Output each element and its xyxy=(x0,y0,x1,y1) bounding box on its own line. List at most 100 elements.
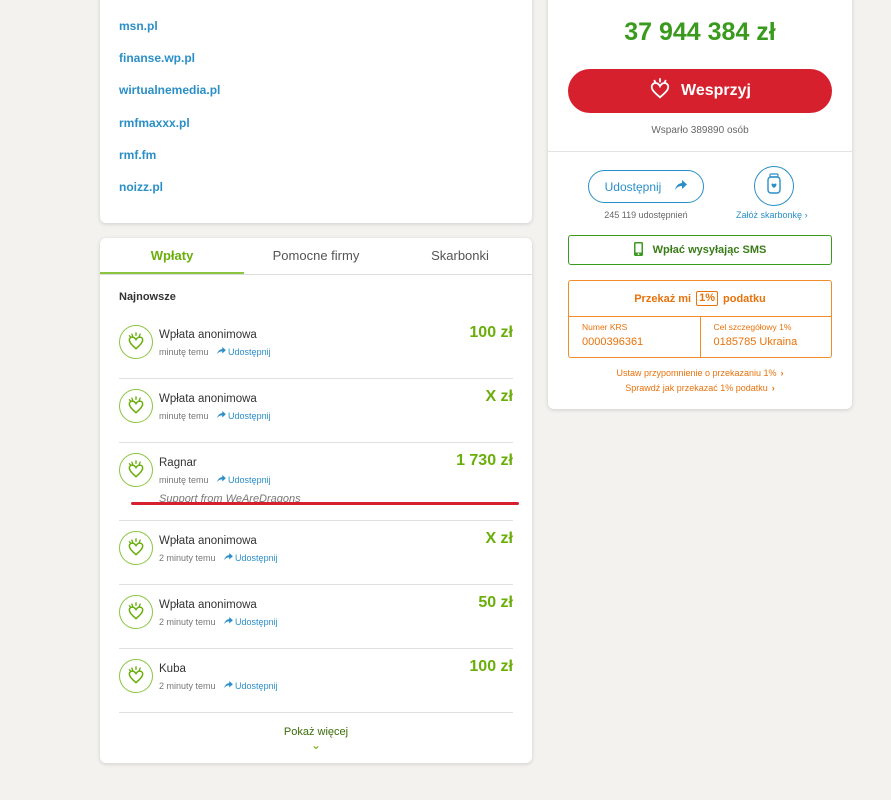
donation-amount: 1 730 zł xyxy=(456,452,513,469)
tax-heading-after: podatku xyxy=(723,292,766,305)
share-arrow-icon xyxy=(216,411,226,421)
share-arrow-icon xyxy=(216,475,226,485)
tax-howto-link[interactable]: Sprawdź jak przekazać 1% podatku › xyxy=(548,383,852,393)
donor-name: Kuba xyxy=(159,663,186,675)
sms-donate-button[interactable]: Wpłać wysyłając SMS xyxy=(568,235,832,265)
tax-reminder-link[interactable]: Ustaw przypomnienie o przekazaniu 1% › xyxy=(548,368,852,378)
donor-heart-icon xyxy=(119,531,153,565)
media-link[interactable]: noizz.pl xyxy=(119,180,163,194)
donation-time: minutę temu xyxy=(159,347,209,357)
fundraiser-summary-card: 37 944 384 zł Wesprzyj Wsparło 389890 os… xyxy=(548,0,852,409)
donation-row: Wpłata anonimowa 2 minuty temu Udostępnij… xyxy=(119,585,513,649)
donation-share-link[interactable]: Udostępnij xyxy=(223,617,278,627)
donation-time: minutę temu xyxy=(159,411,209,421)
donation-share-label: Udostępnij xyxy=(228,411,271,421)
donation-meta: 2 minuty temu Udostępnij xyxy=(159,681,278,691)
donation-share-link[interactable]: Udostępnij xyxy=(216,475,271,485)
section-label-latest: Najnowsze xyxy=(119,291,176,303)
create-piggy-bank-link[interactable]: Załóż skarbonkę › xyxy=(736,210,808,220)
krs-value: 0000396361 xyxy=(582,336,644,348)
chevron-right-icon: › xyxy=(804,210,808,220)
media-link[interactable]: rmfmaxxx.pl xyxy=(119,116,190,130)
donation-row: Kuba 2 minuty temu Udostępnij 100 zł xyxy=(119,649,513,713)
donation-meta: 2 minuty temu Udostępnij xyxy=(159,617,278,627)
tax-howto-label: Sprawdź jak przekazać 1% podatku xyxy=(625,383,768,393)
chevron-right-icon: › xyxy=(780,368,784,378)
one-percent-badge: 1% xyxy=(696,291,718,306)
create-piggy-bank-label: Załóż skarbonkę xyxy=(736,210,803,220)
donation-time: 2 minuty temu xyxy=(159,617,216,627)
share-button-label: Udostępnij xyxy=(604,179,662,194)
donation-share-label: Udostępnij xyxy=(228,475,271,485)
media-link[interactable]: finanse.wp.pl xyxy=(119,51,195,65)
tab-piggy-banks[interactable]: Skarbonki xyxy=(388,238,532,274)
show-more-label: Pokaż więcej xyxy=(283,726,349,738)
donation-meta: minutę temu Udostępnij xyxy=(159,475,271,485)
donor-heart-icon xyxy=(119,325,153,359)
krs-label: Numer KRS xyxy=(582,322,628,332)
goal-label: Cel szczegółowy 1% xyxy=(713,322,792,332)
donor-heart-icon xyxy=(119,453,153,487)
media-link[interactable]: wirtualnemedia.pl xyxy=(119,83,220,97)
donation-amount: 100 zł xyxy=(469,324,513,341)
donation-meta: minutę temu Udostępnij xyxy=(159,347,271,357)
donation-row: Wpłata anonimowa minutę temu Udostępnij X … xyxy=(119,379,513,443)
donation-share-link[interactable]: Udostępnij xyxy=(216,411,271,421)
share-button[interactable]: Udostępnij xyxy=(588,170,704,203)
donation-share-label: Udostępnij xyxy=(235,617,278,627)
donation-row: Ragnar minutę temu Udostępnij 1 730 zł Supp… xyxy=(119,443,513,521)
donor-heart-icon xyxy=(119,659,153,693)
media-link-item: rmf.fm xyxy=(119,145,532,177)
piggy-bank-button[interactable] xyxy=(754,166,794,206)
donation-amount: X zł xyxy=(485,388,513,405)
donor-name: Ragnar xyxy=(159,457,197,469)
media-link-item: rmfmaxxx.pl xyxy=(119,113,532,145)
donation-time: minutę temu xyxy=(159,475,209,485)
media-link[interactable]: msn.pl xyxy=(119,19,158,33)
media-link-item: finanse.wp.pl xyxy=(119,48,532,80)
donor-name: Wpłata anonimowa xyxy=(159,535,257,547)
donor-name: Wpłata anonimowa xyxy=(159,393,257,405)
share-arrow-icon xyxy=(675,179,688,194)
phone-icon xyxy=(633,241,643,259)
piggy-jar-icon xyxy=(766,172,782,200)
supporters-count: Wsparło 389890 osób xyxy=(651,125,749,136)
tab-payments[interactable]: Wpłaty xyxy=(100,238,244,274)
show-more-button[interactable]: Pokaż więcej ⌄ xyxy=(100,726,532,752)
krs-column: Numer KRS 0000396361 xyxy=(569,317,700,357)
share-arrow-icon xyxy=(223,553,233,563)
chevron-down-icon: ⌄ xyxy=(310,738,322,752)
donation-amount: X zł xyxy=(485,530,513,547)
donation-row: Wpłata anonimowa 2 minuty temu Udostępnij… xyxy=(119,521,513,585)
heart-hand-icon xyxy=(649,77,671,105)
donation-meta: minutę temu Udostępnij xyxy=(159,411,271,421)
share-count: 245 119 udostępnień xyxy=(604,210,688,220)
sms-button-label: Wpłać wysyłając SMS xyxy=(652,244,767,256)
donation-share-link[interactable]: Udostępnij xyxy=(223,553,278,563)
donation-time: 2 minuty temu xyxy=(159,681,216,691)
donation-share-link[interactable]: Udostępnij xyxy=(216,347,271,357)
tab-helpful-companies[interactable]: Pomocne firmy xyxy=(244,238,388,274)
media-link-item: wirtualnemedia.pl xyxy=(119,80,532,112)
media-link-item: msn.pl xyxy=(119,16,532,48)
donation-share-link[interactable]: Udostępnij xyxy=(223,681,278,691)
goal-value: 0185785 Ukraina xyxy=(713,336,798,348)
share-arrow-icon xyxy=(223,681,233,691)
support-button-label: Wesprzyj xyxy=(681,82,751,99)
chevron-right-icon: › xyxy=(771,383,775,393)
divider xyxy=(548,151,852,152)
donations-card: Wpłaty Pomocne firmy Skarbonki Najnowsze… xyxy=(100,238,532,763)
donation-amount: 50 zł xyxy=(478,594,513,611)
donation-share-label: Udostępnij xyxy=(235,553,278,563)
donor-heart-icon xyxy=(119,389,153,423)
donation-share-label: Udostępnij xyxy=(235,681,278,691)
red-underline-annotation xyxy=(131,502,519,505)
goal-column: Cel szczegółowy 1% 0185785 Ukraina xyxy=(699,317,832,357)
donor-name: Wpłata anonimowa xyxy=(159,599,257,611)
media-link-item: noizz.pl xyxy=(119,177,532,209)
tax-box-heading: Przekaż mi 1% podatku xyxy=(569,281,831,317)
donor-heart-icon xyxy=(119,595,153,629)
support-button[interactable]: Wesprzyj xyxy=(568,69,832,113)
media-link[interactable]: rmf.fm xyxy=(119,148,156,162)
donation-row: Wpłata anonimowa minutę temu Udostępnij 10… xyxy=(119,315,513,379)
